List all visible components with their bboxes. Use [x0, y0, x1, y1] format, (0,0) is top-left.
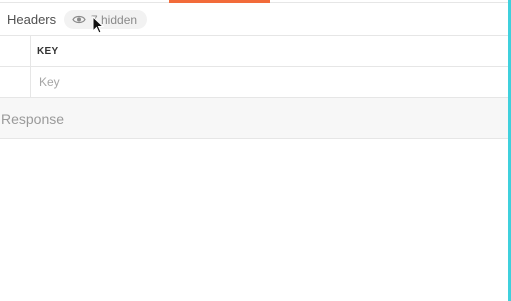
header-key-input[interactable] — [31, 67, 508, 97]
table-header-row: KEY — [0, 36, 508, 67]
headers-table: KEY — [0, 35, 508, 98]
hidden-headers-toggle[interactable]: 7 hidden — [64, 10, 147, 29]
mouse-pointer-icon — [92, 16, 104, 34]
checkbox-column-header — [0, 36, 31, 66]
new-header-row — [0, 67, 508, 97]
response-title: Response — [1, 111, 65, 127]
row-checkbox-cell[interactable] — [0, 67, 31, 97]
key-column-header: KEY — [37, 46, 59, 57]
response-section-header[interactable]: Response — [0, 97, 508, 139]
headers-label: Headers — [7, 12, 57, 27]
active-tab-indicator — [169, 0, 270, 3]
eye-icon — [72, 15, 86, 24]
headers-bar: Headers 7 hidden — [0, 4, 508, 35]
